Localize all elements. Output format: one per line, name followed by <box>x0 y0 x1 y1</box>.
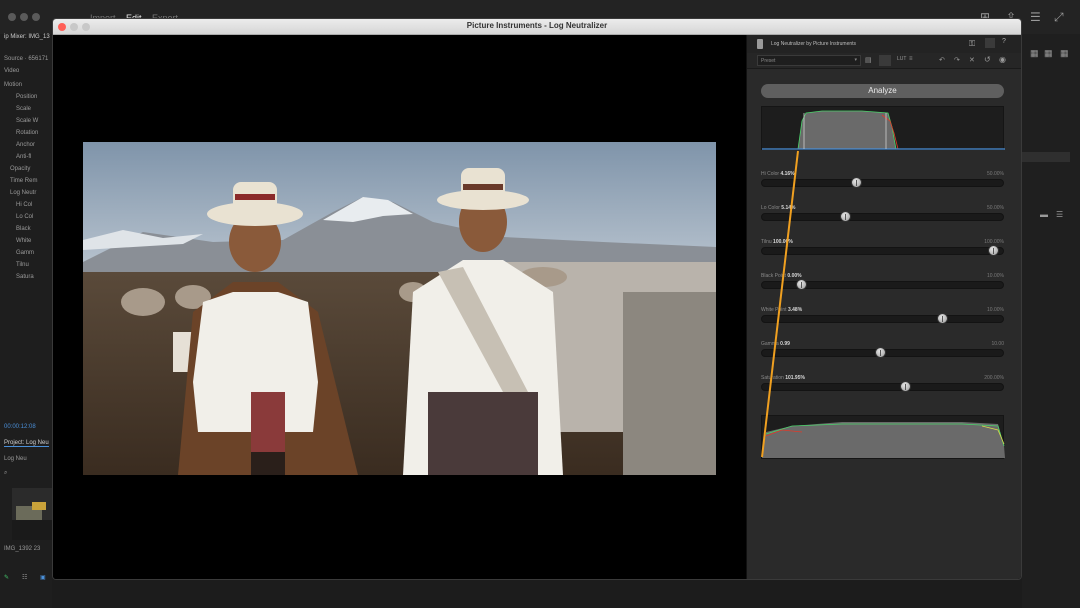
effect-row[interactable]: Opacity <box>10 166 30 172</box>
clip-thumbnail-image <box>12 488 52 540</box>
effect-row[interactable]: Tilnu <box>16 262 29 268</box>
host-zoom-dot[interactable] <box>32 13 40 21</box>
effect-row[interactable]: Time Rem <box>10 178 37 184</box>
effect-controls-panel: ip Mixer: IMG_13 Source · 656171 Video M… <box>0 34 52 608</box>
preview-photo <box>83 142 716 475</box>
clip-thumbnail[interactable] <box>12 488 52 540</box>
effect-row[interactable]: Anchor <box>16 142 35 148</box>
host-minimize-dot[interactable] <box>20 13 28 21</box>
window-titlebar[interactable]: Picture Instruments - Log Neutralizer <box>53 19 1021 35</box>
effect-row[interactable]: Lo Col <box>16 214 33 220</box>
effect-row[interactable]: Motion <box>4 82 22 88</box>
effect-row[interactable]: Scale W <box>16 118 38 124</box>
list-icon[interactable]: ☰ <box>1056 210 1063 219</box>
effect-row[interactable]: White <box>16 238 31 244</box>
list-view-icon[interactable]: ☷ <box>22 574 27 581</box>
library-icon-3[interactable]: ▦ <box>1060 48 1069 59</box>
host-app: Import Edit Export ⊞ ⇪ ☰ ⤢ ip Mixer: IMG… <box>0 0 1080 608</box>
window-title: Picture Instruments - Log Neutralizer <box>466 21 608 30</box>
preview-image <box>83 142 716 475</box>
folder-icon[interactable]: ▬ <box>1040 210 1048 219</box>
video-preview[interactable] <box>53 35 746 579</box>
effect-row[interactable]: Scale <box>16 106 31 112</box>
host-close-dot[interactable] <box>8 13 16 21</box>
timecode[interactable]: 00:00:12:08 <box>4 424 36 430</box>
icon-view-icon[interactable]: ▣ <box>40 574 46 581</box>
fullscreen-icon[interactable]: ⤢ <box>1054 10 1064 25</box>
effect-row[interactable]: Satura <box>16 274 34 280</box>
project-item[interactable]: Log Neu <box>4 456 27 462</box>
clip-name: IMG_1392 23 <box>4 546 41 552</box>
effect-row[interactable]: Black <box>16 226 31 232</box>
video-section-label: Video <box>4 68 20 74</box>
annotation-line <box>761 150 799 458</box>
effect-row[interactable]: Gamm <box>16 250 34 256</box>
panel-title[interactable]: ip Mixer: IMG_13 <box>4 34 50 40</box>
log-neutralizer-panel: Log Neutralizer by Picture Instruments ⚿… <box>746 35 1021 579</box>
source-label: Source · 656171 <box>4 56 49 62</box>
right-host-panel: ▦ ▦ ▦ ▬ ☰ <box>1022 34 1080 608</box>
library-icon[interactable]: ▦ <box>1030 48 1039 59</box>
selected-row[interactable] <box>1022 152 1070 162</box>
library-icon-2[interactable]: ▦ <box>1044 48 1053 59</box>
menu-icon[interactable]: ☰ <box>1030 10 1041 24</box>
effect-row[interactable]: Rotation <box>16 130 38 136</box>
log-neutralizer-window: Picture Instruments - Log Neutralizer Lo… <box>52 18 1022 580</box>
effect-row[interactable]: Anti-fl <box>16 154 31 160</box>
search-icon[interactable]: ⌕ <box>4 470 7 477</box>
effect-row[interactable]: Position <box>16 94 37 100</box>
project-tab[interactable]: Project: Log Neu <box>4 440 49 447</box>
effect-row[interactable]: Hi Col <box>16 202 32 208</box>
pen-tool-icon[interactable]: ✎ <box>4 574 9 581</box>
effect-row[interactable]: Log Neutr <box>10 190 36 196</box>
